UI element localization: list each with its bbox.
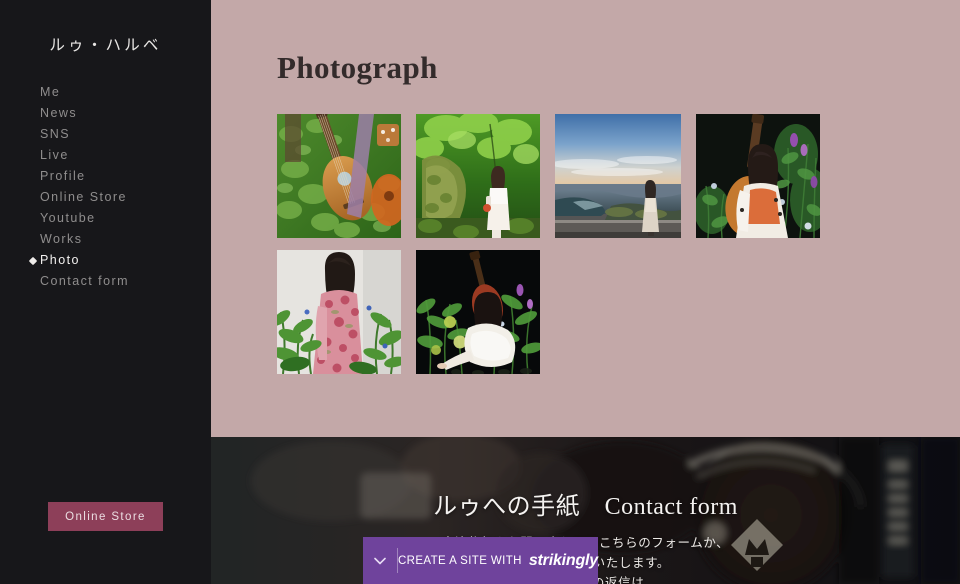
sidebar-item-label: Profile xyxy=(40,169,86,183)
photo-woman-forest-rock xyxy=(416,114,540,238)
gallery-thumbnail[interactable] xyxy=(277,114,401,238)
gallery-row-2 xyxy=(277,250,897,374)
strikingly-banner[interactable]: CREATE A SITE WITH strikingly xyxy=(363,537,598,584)
sidebar-item-news[interactable]: News xyxy=(40,103,210,124)
strikingly-banner-link[interactable]: CREATE A SITE WITH strikingly xyxy=(398,537,598,584)
sidebar-item-label: Youtube xyxy=(40,211,96,225)
online-store-button[interactable]: Online Store xyxy=(48,502,163,531)
photo-reclining-guitar-black xyxy=(416,250,540,374)
photo-floral-dress-plants xyxy=(277,250,401,374)
sidebar-item-sns[interactable]: SNS xyxy=(40,124,210,145)
sidebar-item-label: Live xyxy=(40,148,69,162)
gallery-thumbnail[interactable] xyxy=(416,114,540,238)
photo-woman-guitar-flowers xyxy=(696,114,820,238)
chevron-down-icon xyxy=(374,557,386,564)
page-title: Photograph xyxy=(277,50,438,85)
sidebar-item-profile[interactable]: Profile xyxy=(40,166,210,187)
gallery-thumbnail[interactable] xyxy=(555,114,681,238)
sidebar-item-online-store[interactable]: Online Store xyxy=(40,187,210,208)
strikingly-logo-text: strikingly xyxy=(528,551,598,569)
sidebar-item-label: Photo xyxy=(40,253,80,267)
gallery-thumbnail[interactable] xyxy=(416,250,540,374)
sidebar-item-works[interactable]: Works xyxy=(40,229,210,250)
collapse-banner-button[interactable] xyxy=(363,537,397,584)
sidebar-item-label: SNS xyxy=(40,127,71,141)
sidebar-item-label: Contact form xyxy=(40,274,129,288)
sidebar-item-label: Online Store xyxy=(40,190,127,204)
sidebar-item-me[interactable]: Me xyxy=(40,82,210,103)
photo-guitar-on-ivy xyxy=(277,114,401,238)
page-root: ルゥ・ハルベ Me News SNS Live Profile Online S… xyxy=(0,0,960,584)
sidebar-item-contact-form[interactable]: Contact form xyxy=(40,271,210,292)
gallery-thumbnail[interactable] xyxy=(696,114,820,238)
sidebar-item-photo[interactable]: Photo xyxy=(28,250,210,271)
sidebar-item-label: Me xyxy=(40,85,61,99)
photograph-section: Photograph xyxy=(211,0,960,437)
sidebar-item-youtube[interactable]: Youtube xyxy=(40,208,210,229)
active-diamond-icon xyxy=(28,256,38,266)
sidebar-item-label: Works xyxy=(40,232,83,246)
contact-heading: ルゥへの手紙 Contact form xyxy=(433,494,738,520)
photo-gallery xyxy=(277,114,897,374)
site-brand-title: ルゥ・ハルベ xyxy=(49,37,162,54)
banner-lead-text: CREATE A SITE WITH xyxy=(397,554,522,567)
sidebar-nav: Me News SNS Live Profile Online Store Yo… xyxy=(28,82,210,292)
sidebar-item-live[interactable]: Live xyxy=(40,145,210,166)
sidebar-item-label: News xyxy=(40,106,78,120)
gallery-thumbnail[interactable] xyxy=(277,250,401,374)
online-store-button-label: Online Store xyxy=(65,510,146,523)
photo-valley-dusk xyxy=(555,114,681,238)
gallery-row-1 xyxy=(277,114,897,238)
sidebar: ルゥ・ハルベ Me News SNS Live Profile Online S… xyxy=(0,0,211,584)
